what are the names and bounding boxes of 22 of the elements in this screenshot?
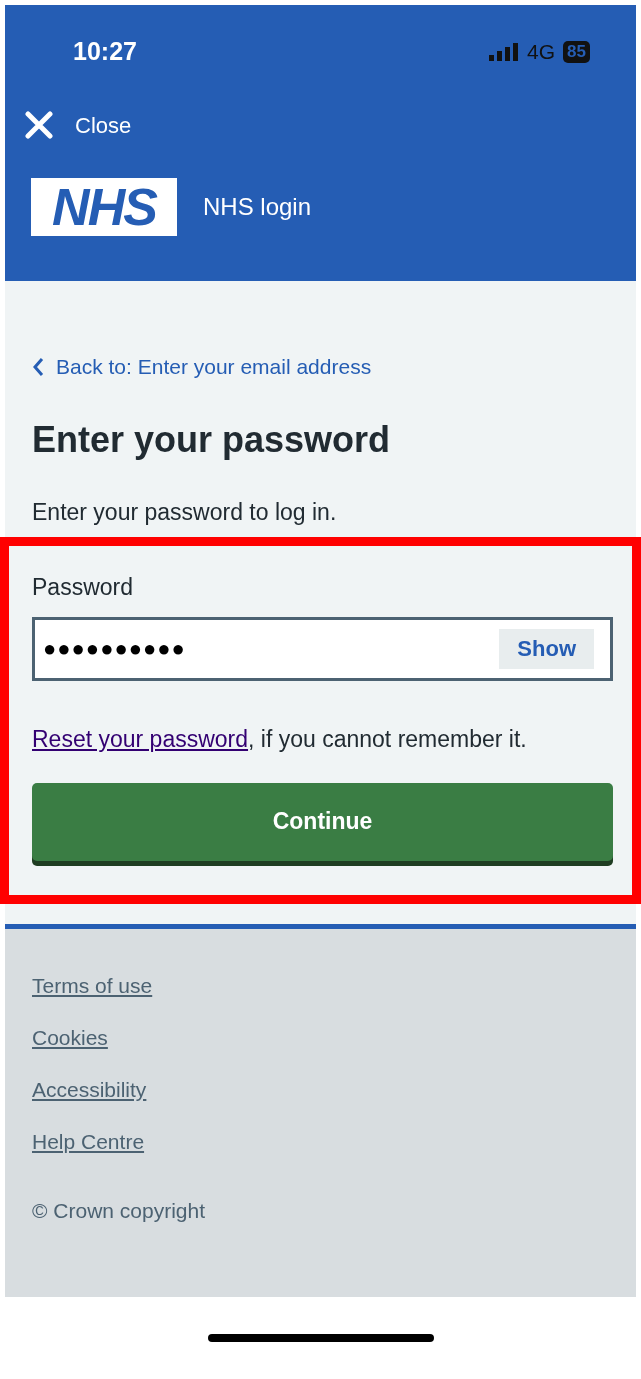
chevron-left-icon xyxy=(32,356,44,377)
reset-password-link[interactable]: Reset your password xyxy=(32,725,249,752)
signal-icon xyxy=(489,42,520,61)
footer-link[interactable]: Terms of use xyxy=(32,974,153,997)
show-button[interactable]: Show xyxy=(499,628,594,669)
battery-indicator: 85 xyxy=(563,40,590,63)
back-link[interactable]: Back to: Enter your email address xyxy=(32,351,636,383)
page-heading: Enter your password xyxy=(32,417,392,462)
close-button[interactable]: Close xyxy=(25,108,132,142)
password-label: Password xyxy=(32,573,134,602)
service-name: NHS login xyxy=(203,191,312,222)
copyright-text: © Crown copyright xyxy=(32,1197,207,1224)
password-field[interactable]: ●●●●●●●●●● Show xyxy=(32,616,613,681)
close-icon xyxy=(25,111,53,139)
nhs-logo: NHS xyxy=(31,177,177,236)
status-time: 10:27 xyxy=(73,36,137,67)
footer-link[interactable]: Help Centre xyxy=(32,1130,145,1153)
intro-text: Enter your password to log in. xyxy=(32,497,338,527)
footer-link[interactable]: Accessibility xyxy=(32,1078,147,1101)
reset-text: Reset your password, if you cannot remember it. xyxy=(32,724,528,754)
footer-link[interactable]: Cookies xyxy=(32,1026,108,1049)
network-label: 4G xyxy=(527,39,556,65)
